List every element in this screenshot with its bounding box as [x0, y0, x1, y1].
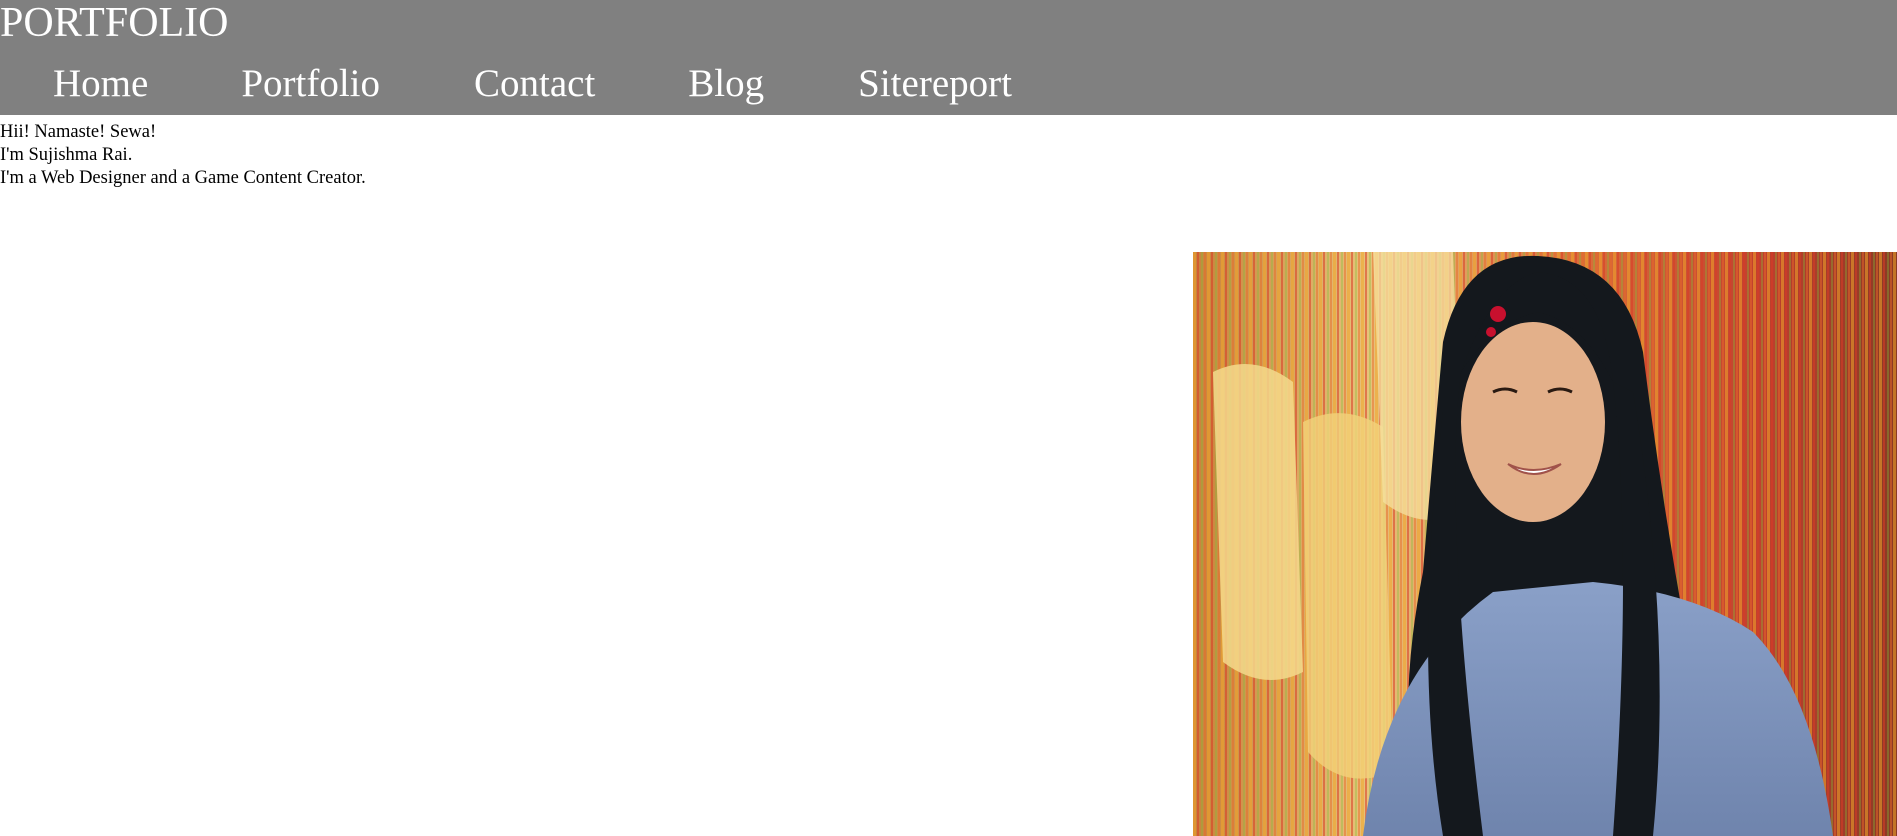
site-title: PORTFOLIO	[0, 0, 229, 46]
portrait-photo	[1193, 252, 1897, 836]
nav-item-portfolio: Portfolio	[241, 58, 380, 110]
nav-link-home[interactable]: Home	[53, 58, 148, 110]
nav-link-portfolio[interactable]: Portfolio	[241, 58, 380, 110]
nav-item-contact: Contact	[474, 58, 595, 110]
intro-section: Hii! Namaste! Sewa! I'm Sujishma Rai. I'…	[0, 121, 366, 190]
nav-link-sitereport[interactable]: Sitereport	[858, 58, 1012, 110]
greeting-text: Hii! Namaste! Sewa!	[0, 122, 157, 142]
nav-item-sitereport: Sitereport	[858, 58, 1012, 110]
nav-link-contact[interactable]: Contact	[474, 58, 595, 110]
main-nav: Home Portfolio Contact Blog Sitereport	[0, 58, 1012, 110]
site-header: PORTFOLIO Home Portfolio Contact Blog Si…	[0, 0, 1897, 115]
nav-item-home: Home	[53, 58, 148, 110]
role-text: I'm a Web Designer and a Game Content Cr…	[0, 168, 366, 188]
nav-item-blog: Blog	[688, 58, 764, 110]
nav-link-blog[interactable]: Blog	[688, 58, 764, 110]
name-text: I'm Sujishma Rai.	[0, 145, 133, 165]
